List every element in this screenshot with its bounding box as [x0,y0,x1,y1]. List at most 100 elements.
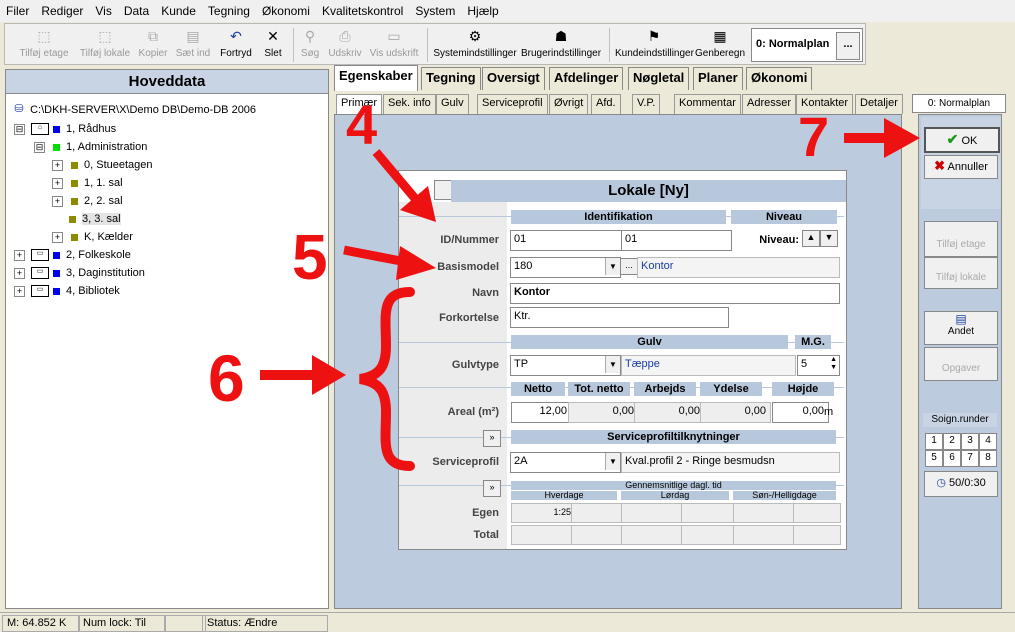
chevron-down-icon[interactable]: ▼ [605,453,620,470]
serviceprofil-select[interactable]: 2A ▼ [510,452,621,473]
saet-ind-button[interactable]: ▤ Sæt ind [173,26,213,64]
brugerindstillinger-button[interactable]: ☗ Brugerindstillinger [521,26,601,64]
expand-icon[interactable]: + [52,177,63,189]
id-input-2[interactable]: 01 [621,230,732,251]
expand-icon[interactable]: + [52,231,63,243]
tab-tegning[interactable]: Tegning [421,67,481,90]
plan-browse-button[interactable]: ... [836,32,860,60]
tid-expand-button[interactable]: » [483,480,501,497]
kopier-button[interactable]: ⧉ Kopier [135,26,171,64]
tab-nogletal[interactable]: Nøgletal [628,67,690,90]
menu-tegning[interactable]: Tegning [202,4,256,18]
arrow-5-icon [343,245,436,280]
opgaver-button[interactable]: Opgaver [924,347,998,381]
subtab-ovrigt[interactable]: Øvrigt [549,94,589,114]
tilfoj-lokale-side-button[interactable]: Tilføj lokale [924,257,998,289]
menu-kunde[interactable]: Kunde [155,4,202,18]
expand-icon[interactable]: + [52,195,63,207]
annuller-button[interactable]: ✖ Annuller [924,155,998,179]
round-1-button[interactable]: 1 [925,433,943,450]
expand-icon[interactable]: + [14,249,25,261]
tree-root[interactable]: ⛁ C:\DKH-SERVER\X\Demo DB\Demo-DB 2006 [9,104,256,116]
menu-vis[interactable]: Vis [89,4,117,18]
counter-button[interactable]: ◷ 50/0:30 [924,471,998,497]
collapse-icon[interactable]: ⊟ [14,123,25,135]
subtab-afd[interactable]: Afd. [591,94,621,114]
menu-okonomi[interactable]: Økonomi [256,4,316,18]
tab-oversigt[interactable]: Oversigt [482,67,545,90]
tree-item[interactable]: ⊟ 1, Administration [34,141,147,153]
menu-filer[interactable]: Filer [0,4,35,18]
systemindstillinger-button[interactable]: ⚙ Systemindstillinger [433,26,517,64]
basismodel-select[interactable]: 180 ▼ [510,257,621,278]
tree-item[interactable]: 3, 3. sal [52,213,121,225]
tab-planer[interactable]: Planer [693,67,743,90]
menu-kvalitetskontrol[interactable]: Kvalitetskontrol [316,4,409,18]
tilfoj-etage-button[interactable]: ⬚ Tilføj etage [15,26,73,64]
round-3-button[interactable]: 3 [961,433,979,450]
egen-hverdage: 1:25 [511,503,576,523]
tab-okonomi[interactable]: Økonomi [746,67,813,90]
tree-item[interactable]: + ▭ 3, Daginstitution [14,267,145,280]
navn-input[interactable]: Kontor [510,283,840,304]
slet-button[interactable]: ✕ Slet [259,26,287,64]
tree-item[interactable]: ⊟ ⌂ 1, Rådhus [14,123,116,136]
tree-item[interactable]: + K, Kælder [52,231,133,243]
mg-stepper[interactable]: 5 ▲ ▼ [797,355,840,376]
tilfoj-lokale-button[interactable]: ⬚ Tilføj lokale [77,26,133,64]
netto-input[interactable]: 12,00 [511,402,572,423]
round-8-button[interactable]: 8 [979,450,997,467]
tilfoj-etage-side-button[interactable]: Tilføj etage [924,221,998,257]
subtab-adresser[interactable]: Adresser [742,94,797,114]
tree-item[interactable]: +2, 2. sal [52,195,123,207]
serviceprofil-expand-button[interactable]: » [483,430,501,447]
menu-system[interactable]: System [409,4,461,18]
cancel-x-icon: ✖ [934,158,946,173]
expand-icon[interactable]: + [52,159,63,171]
basismodel-browse-button[interactable]: ... [620,258,638,275]
subtab-sek-info[interactable]: Sek. info [383,94,436,114]
sog-button[interactable]: ⚲ Søg [297,26,323,64]
ok-button[interactable]: ✔ OK [924,127,1000,153]
id-input-1[interactable]: 01 [510,230,623,251]
subtab-serviceprofil[interactable]: Serviceprofil [477,94,548,114]
subtab-gulv[interactable]: Gulv [436,94,469,114]
forkortelse-input[interactable]: Ktr. [510,307,729,328]
andet-button[interactable]: ▤ Andet [924,311,998,345]
round-7-button[interactable]: 7 [961,450,979,467]
round-5-button[interactable]: 5 [925,450,943,467]
chevron-down-icon[interactable]: ▼ [605,258,620,275]
fortryd-button[interactable]: ↶ Fortryd [215,26,257,64]
vis-udskrift-button[interactable]: ▭ Vis udskrift [367,26,421,64]
tree-item[interactable]: + ▭ 2, Folkeskole [14,249,131,262]
gulvtype-select[interactable]: TP ▼ [510,355,621,376]
tab-afdelinger[interactable]: Afdelinger [549,67,624,90]
tree-item[interactable]: + ▭ 4, Bibliotek [14,285,120,298]
niveau-up-button[interactable]: ▲ [802,230,820,247]
status-empty [164,615,206,632]
round-6-button[interactable]: 6 [943,450,961,467]
plan-selector[interactable]: 0: Normalplan ... [751,28,863,62]
round-4-button[interactable]: 4 [979,433,997,450]
menu-hjaelp[interactable]: Hjælp [461,4,504,18]
subtab-detaljer[interactable]: Detaljer [855,94,903,114]
kundeindstillinger-button[interactable]: ⚑ Kundeindstillinger [615,26,694,64]
plan-tab[interactable]: 0: Normalplan [912,94,1006,113]
tree-item[interactable]: +0, Stueetagen [52,159,153,171]
tab-egenskaber[interactable]: Egenskaber [334,65,418,91]
expand-icon[interactable]: + [14,285,25,297]
tree-item[interactable]: +1, 1. sal [52,177,123,189]
stepper-arrows-icon[interactable]: ▲ ▼ [830,356,837,372]
subtab-kommentar[interactable]: Kommentar [674,94,741,114]
menu-rediger[interactable]: Rediger [35,4,89,18]
menu-data[interactable]: Data [118,4,155,18]
chevron-down-icon[interactable]: ▼ [605,356,620,373]
subtab-vp[interactable]: V.P. [632,94,661,114]
genberegn-button[interactable]: ▦ Genberegn [695,26,745,64]
niveau-down-button[interactable]: ▼ [820,230,838,247]
round-2-button[interactable]: 2 [943,433,961,450]
collapse-icon[interactable]: ⊟ [34,141,45,153]
udskriv-button[interactable]: ⎙ Udskriv [325,26,365,64]
hojde-input[interactable]: 0,00 [772,402,829,423]
expand-icon[interactable]: + [14,267,25,279]
